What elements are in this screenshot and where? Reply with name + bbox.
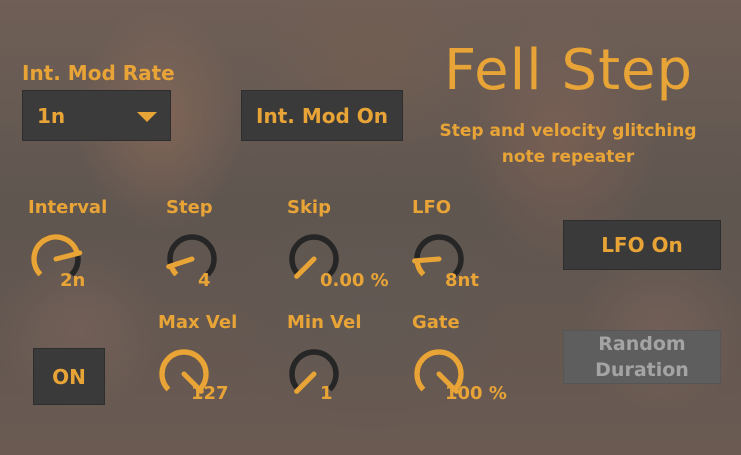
knob-track xyxy=(167,234,217,277)
device-title: Fell Step xyxy=(444,38,694,103)
subtitle-line-1: Step and velocity glitching xyxy=(439,121,697,141)
int-mod-rate-label: Int. Mod Rate xyxy=(22,61,175,85)
lfo-value: 8nt xyxy=(445,270,479,291)
max-vel-value: 127 xyxy=(191,383,229,404)
int-mod-rate-dropdown[interactable]: 1n xyxy=(22,90,171,141)
step-label: Step xyxy=(166,197,213,218)
random-duration-line-2: Duration xyxy=(595,359,689,381)
lfo-label: LFO xyxy=(412,197,452,218)
gate-label: Gate xyxy=(412,312,460,333)
subtitle-line-2: note repeater xyxy=(501,147,635,167)
step-value: 4 xyxy=(198,270,211,291)
min-vel-value: 1 xyxy=(320,383,333,404)
int-mod-rate-value: 1n xyxy=(37,104,66,128)
knob-needle xyxy=(412,256,442,264)
chevron-down-icon xyxy=(137,112,157,122)
skip-value: 0.00 % xyxy=(320,270,389,291)
interval-label: Interval xyxy=(28,197,108,218)
knob-track xyxy=(289,234,339,277)
random-duration-button[interactable]: Random Duration xyxy=(563,330,721,384)
on-button[interactable]: ON xyxy=(33,348,105,405)
max-vel-label: Max Vel xyxy=(158,312,238,333)
min-vel-label: Min Vel xyxy=(287,312,362,333)
random-duration-line-1: Random xyxy=(598,333,686,355)
gate-value: 100 % xyxy=(445,383,507,404)
knob-needle xyxy=(294,371,317,394)
device-subtitle: Step and velocity glitching note repeate… xyxy=(430,118,706,170)
int-mod-on-button[interactable]: Int. Mod On xyxy=(241,90,403,141)
knob-needle xyxy=(294,256,317,279)
knob-track xyxy=(414,234,464,277)
skip-label: Skip xyxy=(287,197,331,218)
lfo-on-button[interactable]: LFO On xyxy=(563,220,721,270)
interval-value: 2n xyxy=(60,270,86,291)
